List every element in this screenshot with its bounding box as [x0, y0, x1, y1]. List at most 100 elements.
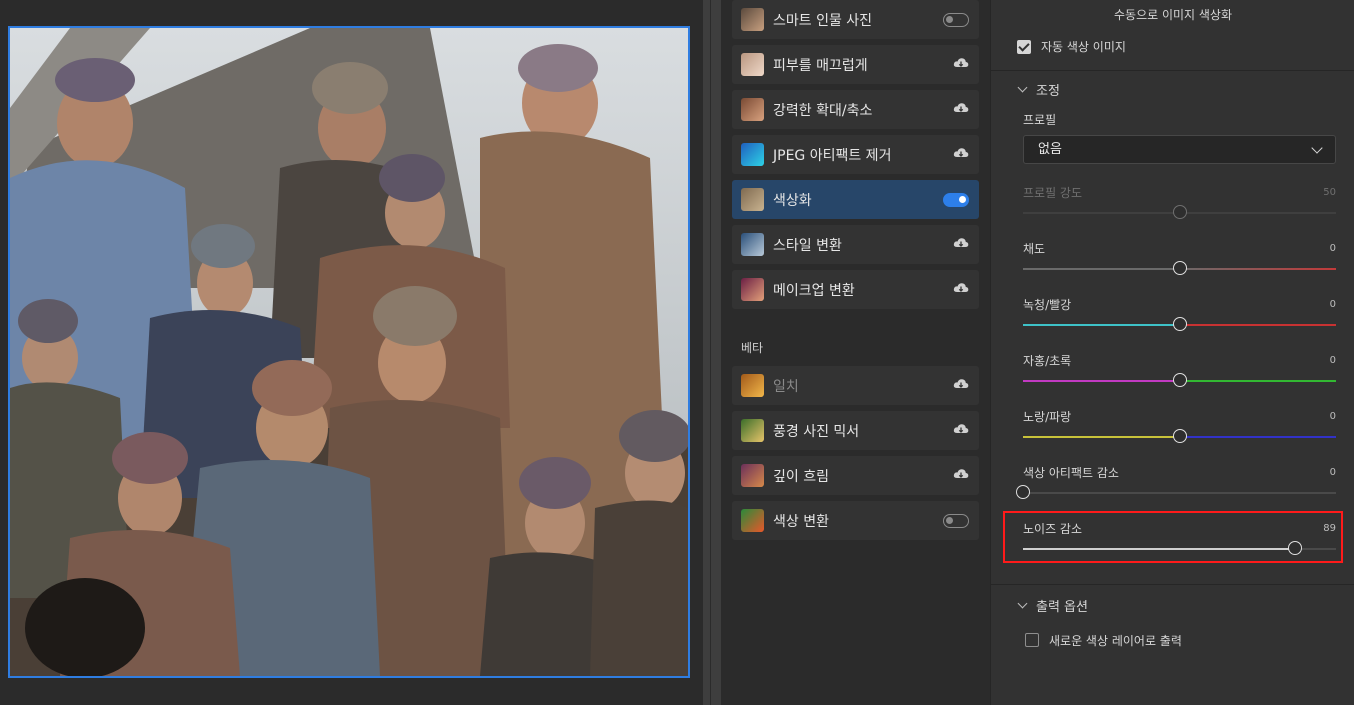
output-layer-checkbox[interactable]: [1025, 633, 1039, 647]
slider-label: 색상 아티팩트 감소: [1023, 466, 1119, 480]
toggle-wrapper: [943, 513, 969, 528]
download-button[interactable]: [953, 237, 969, 253]
download-button[interactable]: [953, 468, 969, 484]
slider-handle[interactable]: [1172, 373, 1187, 387]
chevron-down-icon: [1311, 142, 1323, 154]
slider-6: 노이즈 감소 89: [1023, 520, 1336, 560]
beta-section-label: 베타: [741, 341, 764, 355]
cloud-download-icon: [953, 57, 969, 67]
divider: [991, 70, 1354, 71]
auto-color-label: 자동 색상 이미지: [1041, 40, 1126, 54]
beta-filter-item-2[interactable]: 깊이 흐림: [732, 456, 979, 495]
filter-label: 색상 변환: [773, 513, 829, 530]
slider-label: 노이즈 감소: [1023, 522, 1083, 536]
adjust-section-header[interactable]: 조정: [1036, 80, 1060, 99]
cloud-download-icon: [953, 378, 969, 388]
profile-label: 프로필: [1023, 113, 1057, 127]
neural-filters-list: 스마트 인물 사진피부를 매끄럽게강력한 확대/축소 JPEG 아티팩트 제거색상…: [721, 0, 990, 705]
filter-label: 깊이 흐림: [773, 468, 829, 485]
colorize-settings-panel: 수동으로 이미지 색상화 자동 색상 이미지 조정 프로필 없음 프로필 강도 5…: [990, 0, 1354, 705]
download-button[interactable]: [953, 423, 969, 439]
chevron-down-icon[interactable]: [1017, 598, 1028, 609]
download-button[interactable]: [953, 102, 969, 118]
slider-value: 0: [1329, 467, 1336, 478]
filter-thumbnail-icon: [741, 233, 764, 256]
slider-handle[interactable]: [1172, 429, 1187, 443]
slider-0: 프로필 강도 50: [1023, 184, 1336, 224]
slider-handle[interactable]: [1172, 317, 1187, 331]
filter-thumbnail-icon: [741, 8, 764, 31]
slider-1: 채도 0: [1023, 240, 1336, 280]
filter-toggle[interactable]: [943, 192, 969, 207]
slider-label: 자홍/초록: [1023, 354, 1072, 368]
profile-dropdown[interactable]: 없음: [1023, 135, 1336, 164]
slider-handle[interactable]: [1288, 541, 1303, 555]
filter-label: 피부를 매끄럽게: [773, 57, 868, 74]
slider-value: 0: [1329, 411, 1336, 422]
filter-thumbnail-icon: [741, 419, 764, 442]
slider-label: 녹청/빨강: [1023, 298, 1072, 312]
filter-thumbnail-icon: [741, 188, 764, 211]
filter-item-0[interactable]: 스마트 인물 사진: [732, 0, 979, 39]
cloud-download-icon: [953, 147, 969, 157]
slider-handle[interactable]: [1172, 261, 1187, 275]
toggle-wrapper: [943, 12, 969, 27]
filter-label: 스마트 인물 사진: [773, 12, 873, 29]
slider-label: 프로필 강도: [1023, 186, 1083, 200]
slider-value: 89: [1323, 523, 1336, 534]
output-section-header[interactable]: 출력 옵션: [1036, 596, 1088, 615]
download-button[interactable]: [953, 282, 969, 298]
filter-thumbnail-icon: [741, 98, 764, 121]
filter-thumbnail-icon: [741, 278, 764, 301]
filter-label: 강력한 확대/축소: [773, 102, 873, 119]
beta-filter-item-0[interactable]: 일치: [732, 366, 979, 405]
filter-item-3[interactable]: JPEG 아티팩트 제거: [732, 135, 979, 174]
slider-value: 0: [1329, 299, 1336, 310]
download-button[interactable]: [953, 147, 969, 163]
filter-thumbnail-icon: [741, 509, 764, 532]
slider-value: 0: [1329, 355, 1336, 366]
slider-track[interactable]: [1023, 492, 1336, 494]
filter-item-2[interactable]: 강력한 확대/축소: [732, 90, 979, 129]
slider-value: 0: [1329, 243, 1336, 254]
canvas-area: [0, 0, 703, 705]
divider: [991, 584, 1354, 585]
beta-filter-item-1[interactable]: 풍경 사진 믹서: [732, 411, 979, 450]
slider-handle[interactable]: [1016, 485, 1030, 499]
filter-item-6[interactable]: 메이크업 변환: [732, 270, 979, 309]
filter-label: 스타일 변환: [773, 237, 842, 254]
cloud-download-icon: [953, 282, 969, 292]
filter-label: 풍경 사진 믹서: [773, 423, 860, 440]
slider-handle[interactable]: [1172, 205, 1187, 219]
slider-2: 녹청/빨강 0: [1023, 296, 1336, 336]
slider-3: 자홍/초록 0: [1023, 352, 1336, 392]
filter-thumbnail-icon: [741, 374, 764, 397]
auto-color-checkbox[interactable]: [1017, 40, 1031, 54]
filter-toggle[interactable]: [943, 513, 969, 528]
colorized-photo-preview[interactable]: [8, 26, 690, 678]
filter-item-1[interactable]: 피부를 매끄럽게: [732, 45, 979, 84]
filter-item-4[interactable]: 색상화: [732, 180, 979, 219]
filter-thumbnail-icon: [741, 143, 764, 166]
cloud-download-icon: [953, 237, 969, 247]
cloud-download-icon: [953, 468, 969, 478]
filter-thumbnail-icon: [741, 464, 764, 487]
slider-4: 노랑/파랑 0: [1023, 408, 1336, 448]
filter-label: 일치: [773, 378, 799, 395]
toggle-wrapper: [943, 192, 969, 207]
filter-label: 메이크업 변환: [773, 282, 855, 299]
profile-value: 없음: [1038, 142, 1062, 157]
filter-toggle[interactable]: [943, 12, 969, 27]
filter-item-5[interactable]: 스타일 변환: [732, 225, 979, 264]
panel-splitter[interactable]: [703, 0, 721, 705]
filter-label: JPEG 아티팩트 제거: [773, 147, 892, 164]
chevron-down-icon[interactable]: [1017, 82, 1028, 93]
slider-value: 50: [1323, 187, 1336, 198]
filter-label: 색상화: [773, 192, 812, 209]
output-layer-label: 새로운 색상 레이어로 출력: [1049, 634, 1182, 648]
download-button[interactable]: [953, 378, 969, 394]
slider-5: 색상 아티팩트 감소 0: [1016, 464, 1336, 504]
beta-filter-item-3[interactable]: 색상 변환: [732, 501, 979, 540]
download-button[interactable]: [953, 57, 969, 73]
slider-label: 채도: [1023, 242, 1046, 256]
